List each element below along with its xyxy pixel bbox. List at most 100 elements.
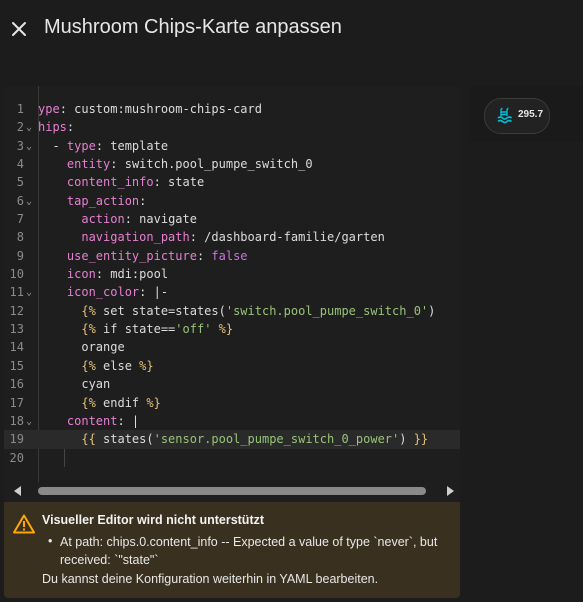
code-line[interactable]: 15 {% else %} xyxy=(4,357,460,375)
code-token: : navigate xyxy=(124,212,197,227)
code-text: icon: mdi:pool xyxy=(38,265,168,283)
code-token: : state xyxy=(153,175,205,190)
line-number: 4 xyxy=(16,157,24,172)
code-line[interactable]: 12 {% set state=states('switch.pool_pump… xyxy=(4,302,460,320)
code-text: ype: custom:mushroom-chips-card xyxy=(38,100,262,118)
code-line[interactable]: 20 xyxy=(4,449,460,467)
code-token: action xyxy=(81,212,125,227)
line-number: 2 xyxy=(16,120,24,135)
fold-chevron-icon[interactable]: ⌄ xyxy=(26,413,32,431)
line-number: 19 xyxy=(9,432,24,447)
line-number: 11 xyxy=(9,285,24,300)
scroll-right-button[interactable] xyxy=(442,483,458,499)
code-token: 'off' xyxy=(175,322,212,337)
triangle-left-icon xyxy=(14,486,21,496)
code-token: type xyxy=(66,138,96,153)
code-token: {% xyxy=(81,322,96,337)
code-text: - type: template xyxy=(38,137,168,155)
code-token: icon_color xyxy=(66,285,140,300)
close-icon xyxy=(12,22,26,36)
yaml-code-editor[interactable]: 1 ype: custom:mushroom-chips-card 2 ⌄ hips: 3… xyxy=(4,86,460,502)
code-line[interactable]: 11 ⌄ icon_color: |- xyxy=(4,283,460,301)
code-token: entity xyxy=(66,157,111,172)
fold-chevron-icon[interactable]: ⌄ xyxy=(26,138,32,156)
fold-chevron-icon[interactable]: ⌄ xyxy=(26,193,32,211)
warning-alert: Visueller Editor wird nicht unterstützt … xyxy=(4,502,460,598)
horizontal-scrollbar[interactable] xyxy=(4,480,460,502)
code-text: tap_action: xyxy=(38,192,146,210)
fold-chevron-icon[interactable]: ⌄ xyxy=(26,119,32,137)
code-token: hips xyxy=(38,120,67,135)
code-token: {% xyxy=(81,358,96,373)
code-token: %} xyxy=(139,358,154,373)
warning-message: At path: chips.0.content_info -- Expecte… xyxy=(60,535,438,567)
code-lines[interactable]: 1 ype: custom:mushroom-chips-card 2 ⌄ hips: 3… xyxy=(4,100,460,467)
code-token: false xyxy=(211,248,248,263)
code-line[interactable]: 5 content_info: state xyxy=(4,173,460,191)
code-token: : /dashboard-familie/garten xyxy=(189,230,385,245)
code-text: navigation_path: /dashboard-familie/gart… xyxy=(38,228,385,246)
code-token: %} xyxy=(218,322,234,337)
code-text: action: navigate xyxy=(38,210,197,228)
code-line[interactable]: 2 ⌄ hips: xyxy=(4,118,460,136)
code-token: tap_action xyxy=(66,193,140,208)
warning-icon xyxy=(13,514,35,534)
code-line[interactable]: 8 navigation_path: /dashboard-familie/ga… xyxy=(4,228,460,246)
code-line[interactable]: 3 ⌄ - type: template xyxy=(4,137,460,155)
line-number: 13 xyxy=(9,322,24,337)
code-line[interactable]: 13 {% if state=='off' %} xyxy=(4,320,460,338)
code-line[interactable]: 19 {{ states('sensor.pool_pumpe_switch_0… xyxy=(4,430,460,449)
scrollbar-thumb[interactable] xyxy=(38,487,426,495)
code-token: content xyxy=(66,413,118,428)
code-line[interactable]: 17 {% endif %} xyxy=(4,394,460,412)
code-token: - xyxy=(38,138,67,153)
code-line[interactable]: 18 ⌄ content: | xyxy=(4,412,460,430)
scroll-left-button[interactable] xyxy=(10,483,26,499)
line-number: 3 xyxy=(16,138,24,153)
code-text: {% endif %} xyxy=(38,394,160,412)
dialog-header: Mushroom Chips-Karte anpassen xyxy=(0,0,583,60)
code-token: : mdi:pool xyxy=(95,267,169,282)
code-text: {% if state=='off' %} xyxy=(38,320,233,338)
code-line[interactable]: 7 action: navigate xyxy=(4,210,460,228)
close-button[interactable] xyxy=(6,16,32,42)
code-token: ype xyxy=(38,102,60,116)
code-line[interactable]: 10 icon: mdi:pool xyxy=(4,265,460,283)
code-line[interactable]: 14 orange xyxy=(4,338,460,356)
code-line[interactable]: 16 cyan xyxy=(4,375,460,393)
line-number: 20 xyxy=(9,450,24,465)
code-token: : | xyxy=(117,413,140,428)
code-line[interactable]: 4 entity: switch.pool_pumpe_switch_0 xyxy=(4,155,460,173)
code-token: : template xyxy=(95,138,169,153)
card-preview: 295.7 xyxy=(471,86,583,142)
code-token: icon xyxy=(66,267,96,282)
mushroom-chip[interactable]: 295.7 xyxy=(484,98,550,134)
fold-chevron-icon[interactable]: ⌄ xyxy=(26,284,32,302)
code-line[interactable]: 9 use_entity_picture: false xyxy=(4,247,460,265)
warning-footer: Du kannst deine Konfiguration weiterhin … xyxy=(42,572,379,586)
code-line[interactable]: 1 ype: custom:mushroom-chips-card xyxy=(4,100,460,118)
code-token: : xyxy=(66,120,75,135)
code-token: : |- xyxy=(139,285,169,300)
code-line[interactable]: 6 ⌄ tap_action: xyxy=(4,192,460,210)
line-number: 9 xyxy=(16,248,24,263)
code-token: orange xyxy=(38,340,125,355)
code-token: else xyxy=(95,358,140,373)
line-number: 7 xyxy=(16,212,24,227)
code-token: cyan xyxy=(38,377,111,392)
code-token: {{ xyxy=(81,432,96,447)
triangle-right-icon xyxy=(447,486,454,496)
code-text: content: | xyxy=(38,412,139,430)
warning-title: Visueller Editor wird nicht unterstützt xyxy=(42,513,265,527)
code-token: 'switch.pool_pumpe_switch_0' xyxy=(225,303,429,318)
code-token: ) xyxy=(428,303,443,318)
line-number: 18 xyxy=(9,413,24,428)
code-token: ) xyxy=(399,432,414,447)
